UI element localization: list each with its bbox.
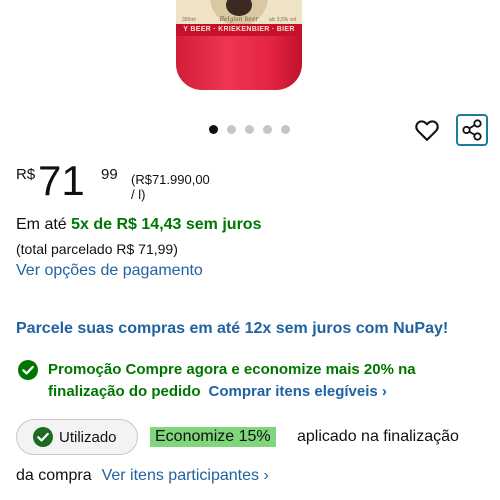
coupon-applied-pill[interactable]: Utilizado	[16, 419, 138, 455]
eligible-items-link[interactable]: Comprar itens elegíveis ›	[209, 383, 387, 400]
coupon-line2: da compra Ver itens participantes ›	[16, 467, 269, 485]
promotion-text-line1: Promoção Compre agora e economize mais 2…	[48, 361, 416, 378]
installments-highlight: 5x de R$ 14,43 sem juros	[71, 216, 262, 233]
installments-total: (total parcelado R$ 71,99)	[16, 241, 178, 257]
promotion-text-line2-label: finalização do pedido	[48, 383, 201, 400]
product-image[interactable]: Belgian beer 355ml alc 3,5% vol Y BEER ·…	[0, 0, 500, 118]
promotion-text-line2: finalização do pedido Comprar itens elegí…	[48, 383, 387, 400]
coupon-pill-label: Utilizado	[59, 428, 117, 446]
can-alcohol: alc 3,5% vol	[269, 17, 296, 23]
image-carousel-dots	[209, 125, 290, 134]
carousel-dot[interactable]	[245, 125, 254, 134]
share-icon	[462, 119, 482, 141]
coupon-discount-badge: Economize 15%	[150, 427, 276, 447]
price-whole: 71	[38, 157, 85, 204]
price-currency: R$	[16, 166, 36, 183]
share-button[interactable]	[456, 114, 488, 146]
installments-prefix: Em até	[16, 216, 67, 233]
nupay-banner-link[interactable]: Parcele suas compras em até 12x sem juro…	[16, 320, 448, 338]
carousel-dot[interactable]	[281, 125, 290, 134]
price-fraction: 99	[101, 166, 118, 183]
can-band-text: Y BEER · KRIEKENBIER · BIER	[176, 24, 302, 36]
payment-options-link[interactable]: Ver opções de pagamento	[16, 262, 203, 280]
carousel-dot-active[interactable]	[209, 125, 218, 134]
participating-items-link[interactable]: Ver itens participantes ›	[102, 467, 269, 484]
check-circle-icon	[18, 360, 38, 380]
installments-line: Em até 5x de R$ 14,43 sem juros	[16, 216, 261, 234]
beer-can-image: Belgian beer 355ml alc 3,5% vol Y BEER ·…	[176, 0, 302, 90]
can-volume: 355ml	[182, 17, 196, 23]
carousel-dot[interactable]	[227, 125, 236, 134]
coupon-line2-label: da compra	[16, 467, 92, 484]
carousel-dot[interactable]	[263, 125, 272, 134]
coupon-applied-text: aplicado na finalização	[297, 428, 459, 445]
unit-price: (R$71.990,00 / l)	[131, 172, 210, 202]
heart-outline-icon[interactable]	[413, 116, 441, 144]
check-circle-icon	[33, 427, 53, 447]
